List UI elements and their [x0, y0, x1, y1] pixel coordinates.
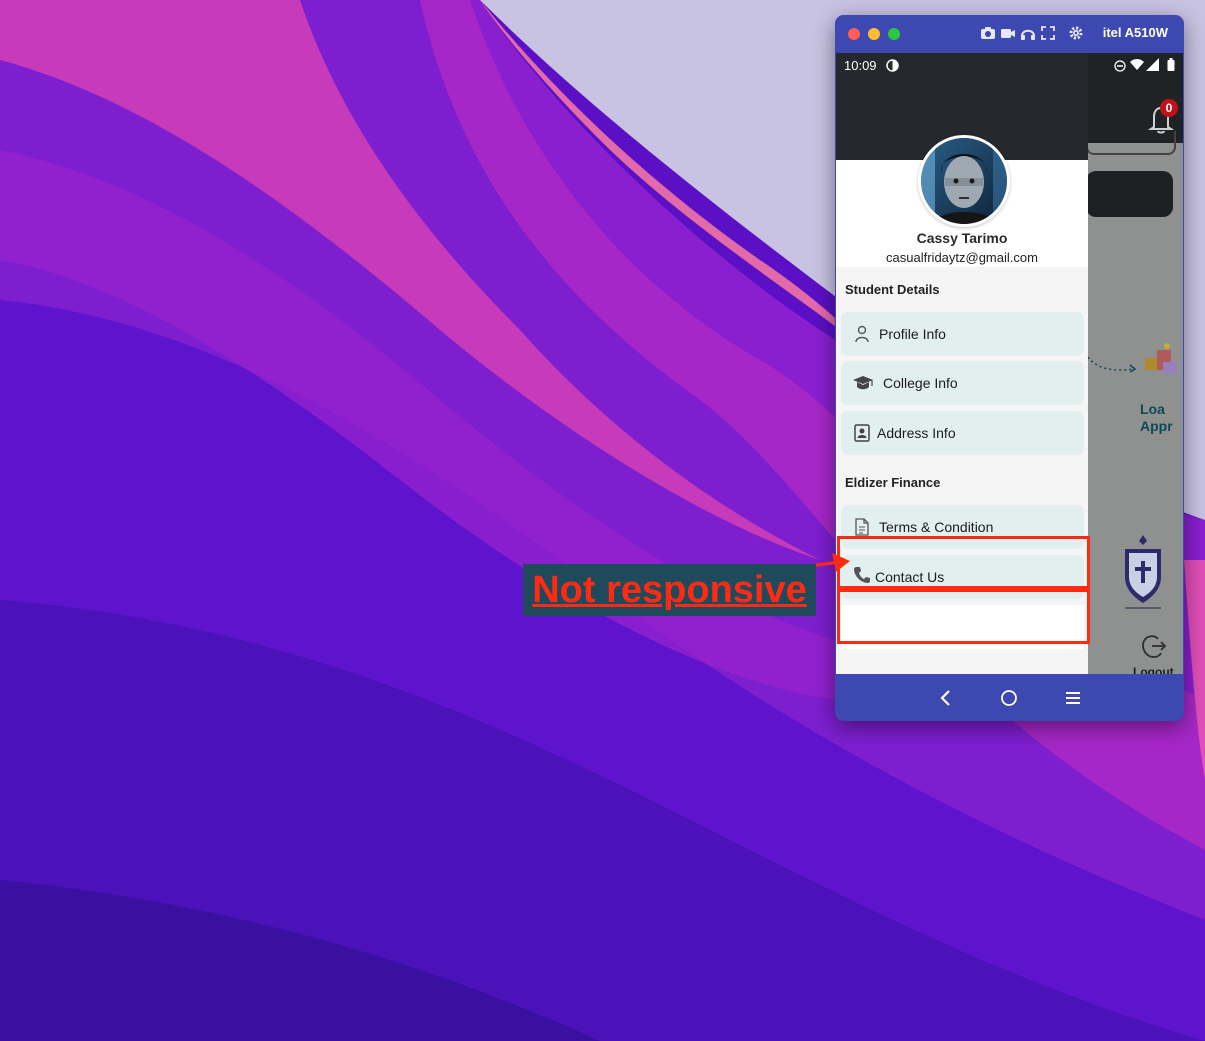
- minimize-window-button[interactable]: [868, 28, 880, 40]
- close-window-button[interactable]: [848, 28, 860, 40]
- background-dark-button: [1086, 171, 1173, 217]
- dnd-icon: [1114, 60, 1126, 72]
- status-time: 10:09: [844, 58, 877, 73]
- user-email: casualfridaytz@gmail.com: [886, 250, 1038, 265]
- menu-item-label: Address Info: [877, 425, 956, 441]
- gift-boxes-illustration: [1145, 343, 1177, 374]
- menu-item-label: College Info: [883, 375, 958, 391]
- loan-approval-text: Loa Appr: [1140, 401, 1183, 435]
- logout-icon[interactable]: [1141, 633, 1167, 659]
- document-icon: [855, 518, 869, 536]
- cell-signal-icon: [1146, 58, 1159, 71]
- device-name: itel A510W: [1102, 25, 1168, 40]
- battery-icon: [1167, 58, 1175, 71]
- notification-bell[interactable]: 0: [1146, 99, 1178, 135]
- status-bar: 10:09: [836, 53, 1183, 79]
- camera-icon[interactable]: [980, 25, 996, 41]
- headphones-icon[interactable]: [1020, 25, 1036, 41]
- emulator-titlebar: itel A510W: [835, 15, 1184, 53]
- person-icon: [855, 325, 869, 343]
- menu-item-address-info[interactable]: Address Info: [841, 411, 1084, 455]
- highlight-box-contact-us: [837, 536, 1090, 589]
- video-icon[interactable]: [1000, 25, 1016, 41]
- menu-item-profile-info[interactable]: Profile Info: [841, 312, 1084, 356]
- wifi-icon: [1130, 59, 1144, 70]
- logout-label[interactable]: Logout: [1133, 665, 1174, 674]
- android-nav-bar: [835, 674, 1184, 721]
- fullscreen-icon[interactable]: [1040, 25, 1056, 41]
- highlight-box-empty-slot: [837, 589, 1090, 644]
- sync-status-icon: [886, 59, 899, 72]
- menu-item-college-info[interactable]: College Info: [841, 361, 1084, 405]
- school-crest-logo: [1125, 535, 1161, 609]
- loan-text-line2: Appr: [1140, 418, 1173, 434]
- avatar-portrait: [921, 138, 1007, 224]
- settings-icon[interactable]: [1068, 25, 1084, 41]
- zoom-window-button[interactable]: [888, 28, 900, 40]
- loan-text-line1: Loa: [1140, 401, 1165, 417]
- menu-icon[interactable]: [1063, 688, 1083, 708]
- menu-item-label: Terms & Condition: [879, 519, 994, 535]
- section-title-student-details: Student Details: [845, 282, 940, 297]
- annotation-label: Not responsive: [523, 564, 816, 616]
- contact-card-icon: [854, 424, 870, 442]
- back-icon[interactable]: [936, 688, 956, 708]
- user-name: Cassy Tarimo: [916, 230, 1008, 246]
- section-title-eldizer-finance: Eldizer Finance: [845, 475, 941, 490]
- avatar[interactable]: [918, 135, 1010, 227]
- notification-badge: 0: [1160, 99, 1178, 117]
- menu-item-label: Profile Info: [879, 326, 946, 342]
- home-icon[interactable]: [999, 688, 1019, 708]
- dotted-arrow-icon: [1088, 356, 1137, 373]
- graduation-cap-icon: [853, 376, 873, 390]
